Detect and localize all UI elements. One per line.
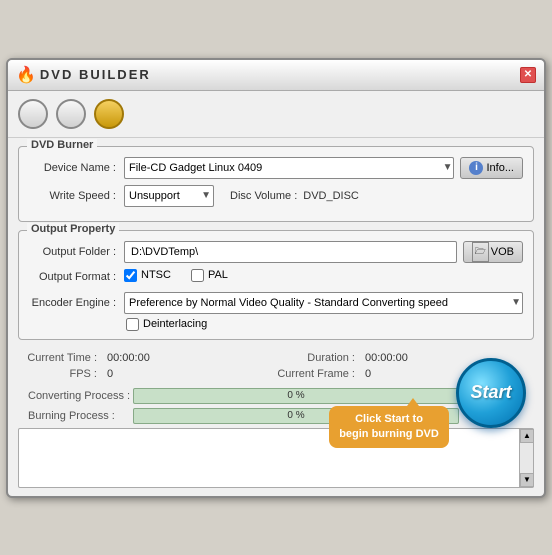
pal-option[interactable]: PAL xyxy=(191,269,228,282)
ntsc-option[interactable]: NTSC xyxy=(124,269,171,282)
scroll-up-arrow[interactable]: ▲ xyxy=(520,429,534,443)
current-frame-label: Current Frame : xyxy=(276,368,361,380)
device-name-label: Device Name : xyxy=(29,162,124,174)
deinterlacing-label: Deinterlacing xyxy=(143,318,207,330)
info-button[interactable]: i Info... xyxy=(460,157,523,179)
pal-label: PAL xyxy=(208,269,228,281)
write-speed-label: Write Speed : xyxy=(29,190,124,202)
write-speed-row: Write Speed : Unsupport ▼ Disc Volume : … xyxy=(29,185,523,207)
output-format-label: Output Format : xyxy=(29,271,124,283)
format-checkboxes: NTSC PAL xyxy=(124,269,228,282)
encoder-engine-row: Encoder Engine : Preference by Normal Vi… xyxy=(29,292,523,314)
fps-label: FPS : xyxy=(18,368,103,380)
encoder-engine-select[interactable]: Preference by Normal Video Quality - Sta… xyxy=(124,292,523,314)
fps-item: FPS : 0 xyxy=(18,368,276,380)
device-name-select[interactable]: File-CD Gadget Linux 0409 xyxy=(124,157,454,179)
output-folder-label: Output Folder : xyxy=(29,246,124,258)
flame-icon: 🔥 xyxy=(16,65,36,85)
duration-value: 00:00:00 xyxy=(365,352,435,364)
output-format-row: Output Format : NTSC PAL xyxy=(29,269,523,286)
vob-button[interactable]: 🗁 VOB xyxy=(463,241,523,263)
log-area: ▲ ▼ xyxy=(18,428,534,488)
write-speed-select[interactable]: Unsupport xyxy=(124,185,214,207)
burning-process-row: Burning Process : 0 % xyxy=(18,408,534,424)
close-button[interactable]: ✕ xyxy=(520,67,536,83)
fps-value: 0 xyxy=(107,368,177,380)
vob-icon: 🗁 xyxy=(472,242,489,262)
scrollbar[interactable]: ▲ ▼ xyxy=(519,429,533,487)
device-name-row: Device Name : File-CD Gadget Linux 0409 … xyxy=(29,157,523,179)
title-bar-left: 🔥 DVD BUILDER xyxy=(16,65,151,85)
start-tooltip: Click Start to begin burning DVD xyxy=(329,406,449,449)
toolbar-btn-2[interactable] xyxy=(56,99,86,129)
title-bar: 🔥 DVD BUILDER ✕ xyxy=(8,60,544,91)
device-name-select-wrap: File-CD Gadget Linux 0409 ▼ xyxy=(124,157,454,179)
info-icon: i xyxy=(469,161,483,175)
disc-volume-value: DVD_DISC xyxy=(303,190,359,202)
current-frame-value: 0 xyxy=(365,368,435,380)
progress-start-area: Start Click Start to begin burning DVD C… xyxy=(18,388,534,424)
burning-process-label: Burning Process : xyxy=(18,410,133,422)
output-property-title: Output Property xyxy=(27,223,119,235)
start-button[interactable]: Start xyxy=(456,358,526,428)
output-folder-input[interactable] xyxy=(124,241,457,263)
window-title: DVD BUILDER xyxy=(40,67,151,82)
deinterlacing-checkbox[interactable] xyxy=(126,318,139,331)
toolbar-btn-1[interactable] xyxy=(18,99,48,129)
disc-volume-label: Disc Volume : xyxy=(230,190,297,202)
encoder-engine-label: Encoder Engine : xyxy=(29,297,124,309)
scroll-thumb xyxy=(520,443,533,473)
info-label: Info... xyxy=(486,162,514,174)
write-speed-select-wrap: Unsupport ▼ xyxy=(124,185,214,207)
toolbar xyxy=(8,91,544,138)
stats-row-1: Current Time : 00:00:00 Duration : 00:00… xyxy=(18,352,534,364)
output-property-group: Output Property Output Folder : 🗁 VOB Ou… xyxy=(18,230,534,340)
stats-row-2: FPS : 0 Current Frame : 0 xyxy=(18,368,534,380)
converting-process-label: Converting Process : xyxy=(18,390,133,402)
duration-label: Duration : xyxy=(276,352,361,364)
dvd-burner-title: DVD Burner xyxy=(27,139,97,151)
deinterlacing-row: Deinterlacing xyxy=(126,318,523,331)
toolbar-btn-3[interactable] xyxy=(94,99,124,129)
current-time-label: Current Time : xyxy=(18,352,103,364)
output-folder-row: Output Folder : 🗁 VOB xyxy=(29,241,523,263)
content-area: DVD Burner Device Name : File-CD Gadget … xyxy=(8,138,544,496)
main-window: 🔥 DVD BUILDER ✕ DVD Burner Device Name :… xyxy=(6,58,546,498)
encoder-select-wrap: Preference by Normal Video Quality - Sta… xyxy=(124,292,523,314)
pal-checkbox[interactable] xyxy=(191,269,204,282)
stats-section: Current Time : 00:00:00 Duration : 00:00… xyxy=(18,348,534,388)
current-time-item: Current Time : 00:00:00 xyxy=(18,352,276,364)
dvd-burner-group: DVD Burner Device Name : File-CD Gadget … xyxy=(18,146,534,222)
ntsc-checkbox[interactable] xyxy=(124,269,137,282)
scroll-down-arrow[interactable]: ▼ xyxy=(520,473,534,487)
vob-label: VOB xyxy=(491,246,514,258)
ntsc-label: NTSC xyxy=(141,269,171,281)
current-time-value: 00:00:00 xyxy=(107,352,177,364)
